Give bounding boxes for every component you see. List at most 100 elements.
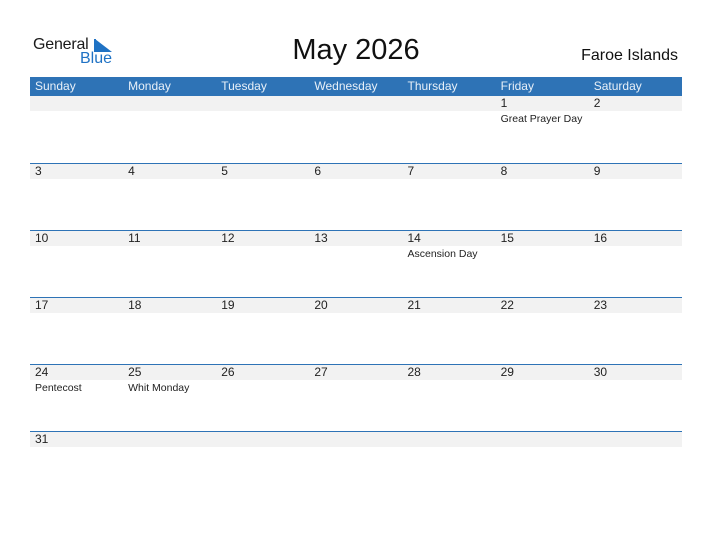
day-cell-16: 16 xyxy=(589,231,682,261)
day-number xyxy=(501,432,589,447)
calendar-grid: Sunday Monday Tuesday Wednesday Thursday Frid… xyxy=(30,77,682,498)
day-cell-5: 5 xyxy=(216,164,309,179)
day-cell-25: 25 Whit Monday xyxy=(123,365,216,395)
weekday-thursday: Thursday xyxy=(407,79,458,93)
day-number xyxy=(128,96,216,111)
day-number: 28 xyxy=(407,365,421,379)
day-cell-12: 12 xyxy=(216,231,309,261)
empty-day-cell xyxy=(403,96,496,126)
week-cells: 10 11 12 13 14 Ascension Day 15 16 xyxy=(30,231,682,261)
holiday-label: Pentecost xyxy=(35,382,82,394)
weekday-friday: Friday xyxy=(500,79,534,93)
day-number: 17 xyxy=(35,298,49,312)
day-number: 8 xyxy=(500,164,508,178)
day-number xyxy=(221,96,309,111)
day-cell-19: 19 xyxy=(216,298,309,313)
day-cell-9: 9 xyxy=(589,164,682,179)
day-number: 16 xyxy=(593,231,608,245)
week-row: 3 4 5 6 7 8 9 xyxy=(30,163,682,230)
day-number: 22 xyxy=(500,298,514,312)
weekday-sunday: Sunday xyxy=(35,79,76,93)
day-cell-31: 31 xyxy=(30,432,123,447)
week-cells: 24 Pentecost 25 Whit Monday 26 27 28 29 30 xyxy=(30,365,682,395)
day-number: 15 xyxy=(500,231,514,245)
day-number: 14 xyxy=(407,231,421,245)
day-number: 23 xyxy=(593,298,608,312)
empty-day-cell xyxy=(30,96,123,126)
day-number: 13 xyxy=(314,231,328,245)
day-number: 26 xyxy=(221,365,235,379)
empty-day-cell xyxy=(216,432,309,447)
day-number xyxy=(408,96,496,111)
weekday-wednesday: Wednesday xyxy=(314,79,378,93)
empty-day-cell xyxy=(589,432,682,447)
week-row: 24 Pentecost 25 Whit Monday 26 27 28 29 30 xyxy=(30,364,682,431)
holiday-label: Ascension Day xyxy=(407,248,478,260)
day-number: 21 xyxy=(407,298,421,312)
day-number: 5 xyxy=(221,164,228,178)
day-cell-29: 29 xyxy=(496,365,589,395)
week-row: 1 Great Prayer Day 2 xyxy=(30,96,682,163)
day-number xyxy=(128,432,216,447)
weekday-tuesday: Tuesday xyxy=(221,79,267,93)
day-number: 12 xyxy=(221,231,235,245)
weekday-header: Sunday Monday Tuesday Wednesday Thursday Frid… xyxy=(30,77,682,96)
holiday-label: Whit Monday xyxy=(128,382,190,394)
day-cell-4: 4 xyxy=(123,164,216,179)
day-cell-23: 23 xyxy=(589,298,682,313)
day-cell-22: 22 xyxy=(496,298,589,313)
day-number xyxy=(314,432,402,447)
day-cell-21: 21 xyxy=(403,298,496,313)
day-number: 9 xyxy=(593,164,601,178)
day-number: 11 xyxy=(128,231,141,245)
week-row: 17 18 19 20 21 22 23 xyxy=(30,297,682,364)
day-cell-20: 20 xyxy=(309,298,402,313)
day-number: 29 xyxy=(500,365,514,379)
weeks-container: 1 Great Prayer Day 2 3 4 5 6 7 8 9 10 11 12 13 14 Ascen… xyxy=(30,96,682,498)
day-cell-13: 13 xyxy=(309,231,402,261)
day-number: 27 xyxy=(314,365,328,379)
day-cell-1: 1 Great Prayer Day xyxy=(496,96,589,126)
day-cell-28: 28 xyxy=(403,365,496,395)
day-cell-27: 27 xyxy=(309,365,402,395)
day-number: 4 xyxy=(128,164,135,178)
country-name: Faroe Islands xyxy=(581,47,678,64)
day-number: 30 xyxy=(593,365,608,379)
day-cell-15: 15 xyxy=(496,231,589,261)
day-number: 3 xyxy=(35,164,42,178)
day-number: 10 xyxy=(35,231,49,245)
week-cells: 17 18 19 20 21 22 23 xyxy=(30,298,682,313)
weekday-saturday: Saturday xyxy=(593,79,642,93)
week-row: 31 xyxy=(30,431,682,498)
day-cell-30: 30 xyxy=(589,365,682,395)
empty-day-cell xyxy=(309,96,402,126)
week-cells: 1 Great Prayer Day 2 xyxy=(30,96,682,126)
week-row: 10 11 12 13 14 Ascension Day 15 16 xyxy=(30,230,682,297)
day-cell-26: 26 xyxy=(216,365,309,395)
day-number: 2 xyxy=(593,96,601,110)
day-cell-18: 18 xyxy=(123,298,216,313)
day-cell-6: 6 xyxy=(309,164,402,179)
empty-day-cell xyxy=(309,432,402,447)
day-number xyxy=(314,96,402,111)
day-cell-10: 10 xyxy=(30,231,123,261)
day-cell-24: 24 Pentecost xyxy=(30,365,123,395)
week-cells: 31 xyxy=(30,432,682,447)
day-number xyxy=(35,96,123,111)
day-cell-7: 7 xyxy=(403,164,496,179)
day-cell-8: 8 xyxy=(496,164,589,179)
day-number xyxy=(221,432,309,447)
day-number: 6 xyxy=(314,164,322,178)
empty-day-cell xyxy=(123,96,216,126)
day-cell-3: 3 xyxy=(30,164,123,179)
day-cell-17: 17 xyxy=(30,298,123,313)
day-number: 1 xyxy=(500,96,508,110)
empty-day-cell xyxy=(216,96,309,126)
empty-day-cell xyxy=(403,432,496,447)
day-number: 25 xyxy=(128,365,142,379)
empty-day-cell xyxy=(123,432,216,447)
holiday-label: Great Prayer Day xyxy=(500,113,583,125)
day-number: 7 xyxy=(407,164,415,178)
day-cell-2: 2 xyxy=(589,96,682,126)
week-cells: 3 4 5 6 7 8 9 xyxy=(30,164,682,179)
